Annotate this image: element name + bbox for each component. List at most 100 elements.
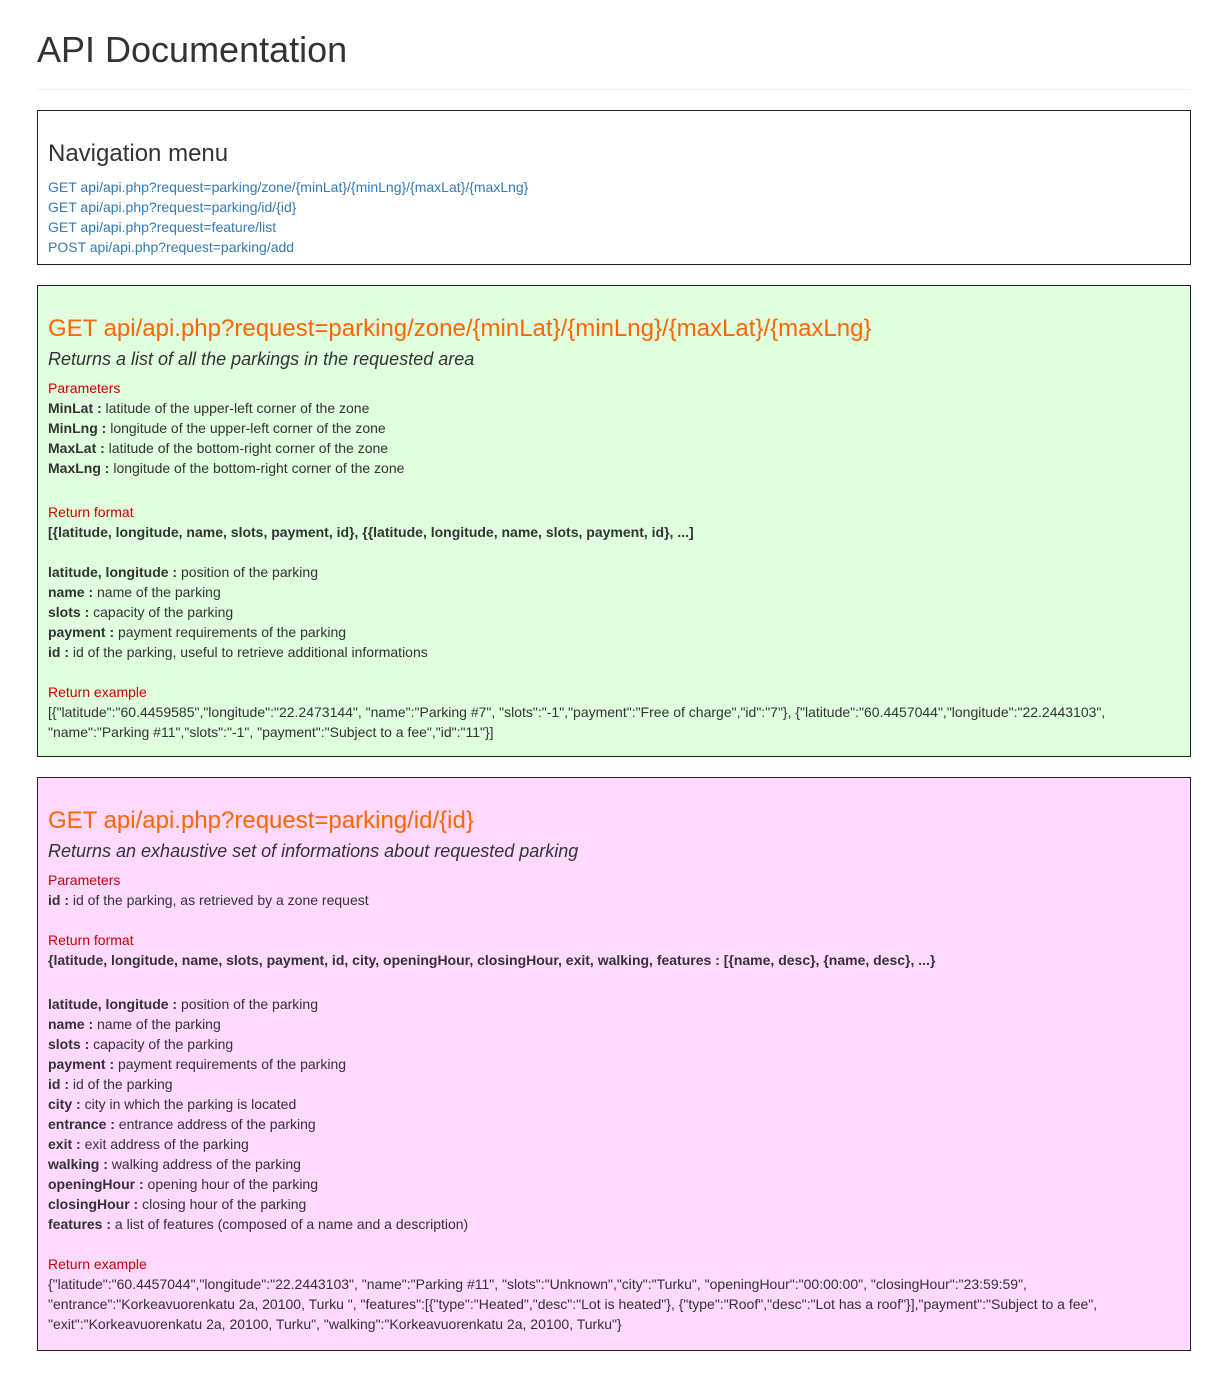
return-example-line: "name":"Parking #11","slots":"-1", "paym… bbox=[48, 724, 494, 740]
return-example-label: Return example bbox=[48, 1256, 147, 1272]
param-name: MinLng : bbox=[48, 420, 107, 436]
param-row: MinLng : longitude of the upper-left cor… bbox=[48, 418, 1180, 438]
field-name: name : bbox=[48, 1016, 94, 1032]
field-name: entrance : bbox=[48, 1116, 115, 1132]
param-name: MinLat : bbox=[48, 400, 102, 416]
field-name: slots : bbox=[48, 604, 90, 620]
field-row: id : id of the parking, useful to retrie… bbox=[48, 642, 1180, 662]
param-name: MaxLng : bbox=[48, 460, 110, 476]
param-row: MaxLng : longitude of the bottom-right c… bbox=[48, 458, 1180, 478]
param-row: MinLat : latitude of the upper-left corn… bbox=[48, 398, 1180, 418]
return-example-line: {"latitude":"60.4457044","longitude":"22… bbox=[48, 1276, 1027, 1292]
field-name: closingHour : bbox=[48, 1196, 139, 1212]
field-desc: entrance address of the parking bbox=[114, 1116, 316, 1132]
nav-link-parking-zone[interactable]: GET api/api.php?request=parking/zone/{mi… bbox=[48, 177, 1180, 197]
field-name: id : bbox=[48, 644, 69, 660]
navigation-heading: Navigation menu bbox=[48, 140, 229, 167]
field-name: id : bbox=[48, 1076, 69, 1092]
page: API Documentation Navigation menu GET ap… bbox=[0, 0, 1228, 1351]
field-row: walking : walking address of the parking bbox=[48, 1154, 1180, 1174]
return-format-label: Return format bbox=[48, 932, 134, 948]
field-desc: city in which the parking is located bbox=[80, 1096, 297, 1112]
parameters-label: Parameters bbox=[48, 872, 121, 888]
field-name: walking : bbox=[48, 1156, 108, 1172]
field-row: openingHour : opening hour of the parkin… bbox=[48, 1174, 1180, 1194]
field-desc: payment requirements of the parking bbox=[114, 1056, 347, 1072]
field-row: latitude, longitude : position of the pa… bbox=[48, 562, 1180, 582]
field-name: slots : bbox=[48, 1036, 90, 1052]
return-format: {latitude, longitude, name, slots, payme… bbox=[48, 952, 936, 968]
field-desc: id of the parking bbox=[69, 1076, 173, 1092]
return-example-label: Return example bbox=[48, 684, 147, 700]
field-row: latitude, longitude : position of the pa… bbox=[48, 994, 1180, 1014]
param-desc: latitude of the upper-left corner of the… bbox=[101, 400, 370, 416]
field-row: features : a list of features (composed … bbox=[48, 1214, 1180, 1234]
return-example-line: "entrance":"Korkeavuorenkatu 2a, 20100, … bbox=[48, 1296, 1098, 1312]
field-row: payment : payment requirements of the pa… bbox=[48, 622, 1180, 642]
header-divider bbox=[37, 89, 1191, 90]
endpoint-title: GET api/api.php?request=parking/id/{id} bbox=[48, 807, 474, 834]
field-row: payment : payment requirements of the pa… bbox=[48, 1054, 1180, 1074]
nav-link-parking-id[interactable]: GET api/api.php?request=parking/id/{id} bbox=[48, 197, 1180, 217]
return-example-line: [{"latitude":"60.4459585","longitude":"2… bbox=[48, 704, 1106, 720]
field-row: exit : exit address of the parking bbox=[48, 1134, 1180, 1154]
field-name: city : bbox=[48, 1096, 81, 1112]
field-name: openingHour : bbox=[48, 1176, 144, 1192]
field-row: slots : capacity of the parking bbox=[48, 1034, 1180, 1054]
endpoint-description: Returns an exhaustive set of information… bbox=[48, 841, 579, 861]
field-name: latitude, longitude : bbox=[48, 996, 178, 1012]
return-example-line: "exit":"Korkeavuorenkatu 2a, 20100, Turk… bbox=[48, 1316, 622, 1332]
field-desc: capacity of the parking bbox=[89, 1036, 234, 1052]
return-example: [{"latitude":"60.4459585","longitude":"2… bbox=[48, 702, 1180, 742]
field-row: name : name of the parking bbox=[48, 1014, 1180, 1034]
endpoint-title: GET api/api.php?request=parking/zone/{mi… bbox=[48, 315, 872, 342]
field-name: features : bbox=[48, 1216, 112, 1232]
field-desc: position of the parking bbox=[177, 996, 318, 1012]
field-row: entrance : entrance address of the parki… bbox=[48, 1114, 1180, 1134]
field-name: payment : bbox=[48, 624, 115, 640]
return-format-label: Return format bbox=[48, 504, 134, 520]
field-row: city : city in which the parking is loca… bbox=[48, 1094, 1180, 1114]
param-row: id : id of the parking, as retrieved by … bbox=[48, 890, 1180, 910]
field-desc: name of the parking bbox=[93, 1016, 221, 1032]
field-desc: capacity of the parking bbox=[89, 604, 234, 620]
field-row: closingHour : closing hour of the parkin… bbox=[48, 1194, 1180, 1214]
endpoint-parking-zone: GET api/api.php?request=parking/zone/{mi… bbox=[37, 285, 1191, 757]
parameters-label: Parameters bbox=[48, 380, 121, 396]
field-desc: position of the parking bbox=[177, 564, 318, 580]
param-desc: latitude of the bottom-right corner of t… bbox=[104, 440, 389, 456]
field-desc: a list of features (composed of a name a… bbox=[111, 1216, 469, 1232]
field-desc: opening hour of the parking bbox=[143, 1176, 319, 1192]
field-name: payment : bbox=[48, 1056, 115, 1072]
param-name: MaxLat : bbox=[48, 440, 105, 456]
endpoint-parking-id: GET api/api.php?request=parking/id/{id} … bbox=[37, 777, 1191, 1351]
field-name: exit : bbox=[48, 1136, 81, 1152]
return-example: {"latitude":"60.4457044","longitude":"22… bbox=[48, 1274, 1180, 1334]
return-format: [{latitude, longitude, name, slots, paym… bbox=[48, 524, 694, 540]
field-name: name : bbox=[48, 584, 94, 600]
param-desc: id of the parking, as retrieved by a zon… bbox=[69, 892, 369, 908]
param-desc: longitude of the bottom-right corner of … bbox=[109, 460, 405, 476]
field-row: name : name of the parking bbox=[48, 582, 1180, 602]
navigation-panel: Navigation menu GET api/api.php?request=… bbox=[37, 110, 1191, 265]
field-row: slots : capacity of the parking bbox=[48, 602, 1180, 622]
param-row: MaxLat : latitude of the bottom-right co… bbox=[48, 438, 1180, 458]
field-desc: walking address of the parking bbox=[107, 1156, 301, 1172]
nav-link-parking-add[interactable]: POST api/api.php?request=parking/add bbox=[48, 237, 1180, 257]
endpoint-description: Returns a list of all the parkings in th… bbox=[48, 349, 475, 369]
field-desc: id of the parking, useful to retrieve ad… bbox=[69, 644, 428, 660]
navigation-links: GET api/api.php?request=parking/zone/{mi… bbox=[48, 177, 1180, 257]
param-name: id : bbox=[48, 892, 69, 908]
field-row: id : id of the parking bbox=[48, 1074, 1180, 1094]
field-desc: payment requirements of the parking bbox=[114, 624, 347, 640]
page-title: API Documentation bbox=[37, 29, 348, 70]
field-name: latitude, longitude : bbox=[48, 564, 178, 580]
param-desc: longitude of the upper-left corner of th… bbox=[106, 420, 386, 436]
nav-link-feature-list[interactable]: GET api/api.php?request=feature/list bbox=[48, 217, 1180, 237]
field-desc: name of the parking bbox=[93, 584, 221, 600]
